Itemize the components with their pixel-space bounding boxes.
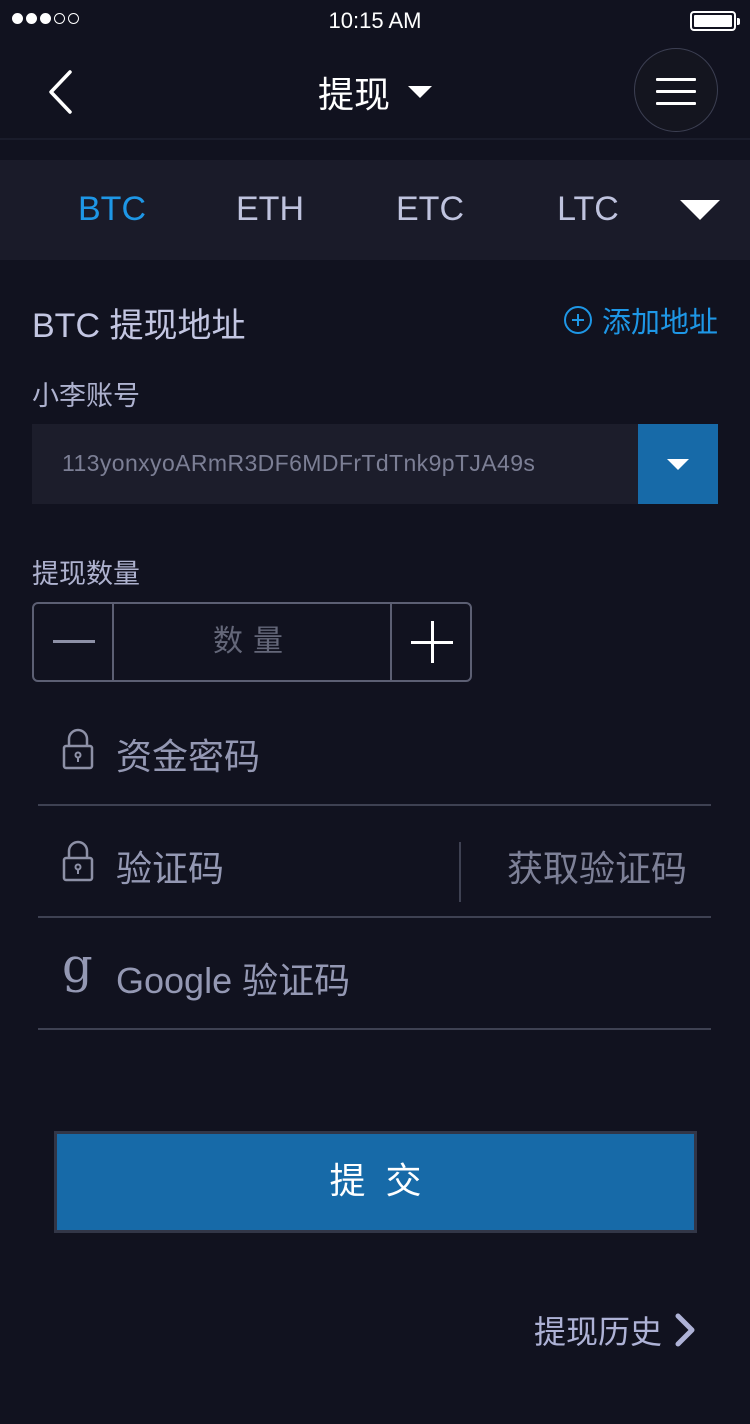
caret-down-icon xyxy=(667,459,689,470)
coin-tabs: BTC ETH ETC LTC xyxy=(0,160,750,260)
hamburger-menu-icon xyxy=(656,102,696,105)
history-label: 提现历史 xyxy=(533,1313,662,1351)
withdraw-history-link[interactable]: 提现历史 xyxy=(534,1308,698,1352)
fund-password-placeholder: 资金密码 xyxy=(116,737,261,778)
sms-code-field[interactable]: 验证码 获取验证码 xyxy=(38,806,711,918)
status-bar: 10:15 AM xyxy=(0,0,750,42)
caret-down-icon xyxy=(408,86,432,98)
google-icon: g xyxy=(62,938,93,994)
hamburger-menu-icon xyxy=(656,90,696,93)
lock-icon xyxy=(62,728,94,770)
account-label: 小李账号 xyxy=(32,381,140,412)
tab-btc[interactable]: BTC xyxy=(42,190,182,229)
plus-icon xyxy=(431,621,434,663)
withdraw-screen: 10:15 AM 提现 BTC ETH ETC LTC BTC 提现地址 添加地… xyxy=(0,0,750,1424)
chevron-right-icon xyxy=(675,1313,695,1347)
tab-etc[interactable]: ETC xyxy=(360,190,500,229)
lock-icon xyxy=(62,840,94,882)
get-code-button[interactable]: 获取验证码 xyxy=(507,840,687,892)
battery-icon xyxy=(690,11,740,31)
tab-eth[interactable]: ETH xyxy=(200,190,340,229)
page-title: 提现 xyxy=(317,74,390,115)
tab-ltc[interactable]: LTC xyxy=(518,190,658,229)
plus-circle-icon xyxy=(563,306,592,334)
google-code-placeholder: Google 验证码 xyxy=(116,960,351,1001)
nav-bar: 提现 xyxy=(0,42,750,140)
quantity-stepper: 数量 xyxy=(32,602,472,682)
address-select[interactable]: 113yonxyoARmR3DF6MDFrTdTnk9pTJA49s xyxy=(32,424,718,504)
divider xyxy=(459,842,461,902)
add-address-button[interactable]: 添加地址 xyxy=(563,300,718,340)
menu-button[interactable] xyxy=(634,48,718,132)
address-dropdown-button[interactable] xyxy=(638,424,718,504)
hamburger-menu-icon xyxy=(656,78,696,81)
submit-button[interactable]: 提交 xyxy=(54,1131,697,1233)
minus-icon xyxy=(53,640,95,643)
status-time: 10:15 AM xyxy=(328,8,422,33)
add-address-label: 添加地址 xyxy=(601,305,718,339)
quantity-input[interactable]: 数量 xyxy=(114,604,392,680)
address-value: 113yonxyoARmR3DF6MDFrTdTnk9pTJA49s xyxy=(62,450,536,476)
more-coins-button[interactable] xyxy=(660,160,750,260)
fund-password-field[interactable]: 资金密码 xyxy=(38,694,711,806)
decrease-button[interactable] xyxy=(34,604,114,680)
caret-down-icon xyxy=(680,200,720,220)
increase-button[interactable] xyxy=(390,604,470,680)
google-code-field[interactable]: g Google 验证码 xyxy=(38,918,711,1030)
sms-code-placeholder: 验证码 xyxy=(116,849,225,890)
quantity-label: 提现数量 xyxy=(32,559,140,590)
address-section-title: BTC 提现地址 xyxy=(32,307,246,345)
